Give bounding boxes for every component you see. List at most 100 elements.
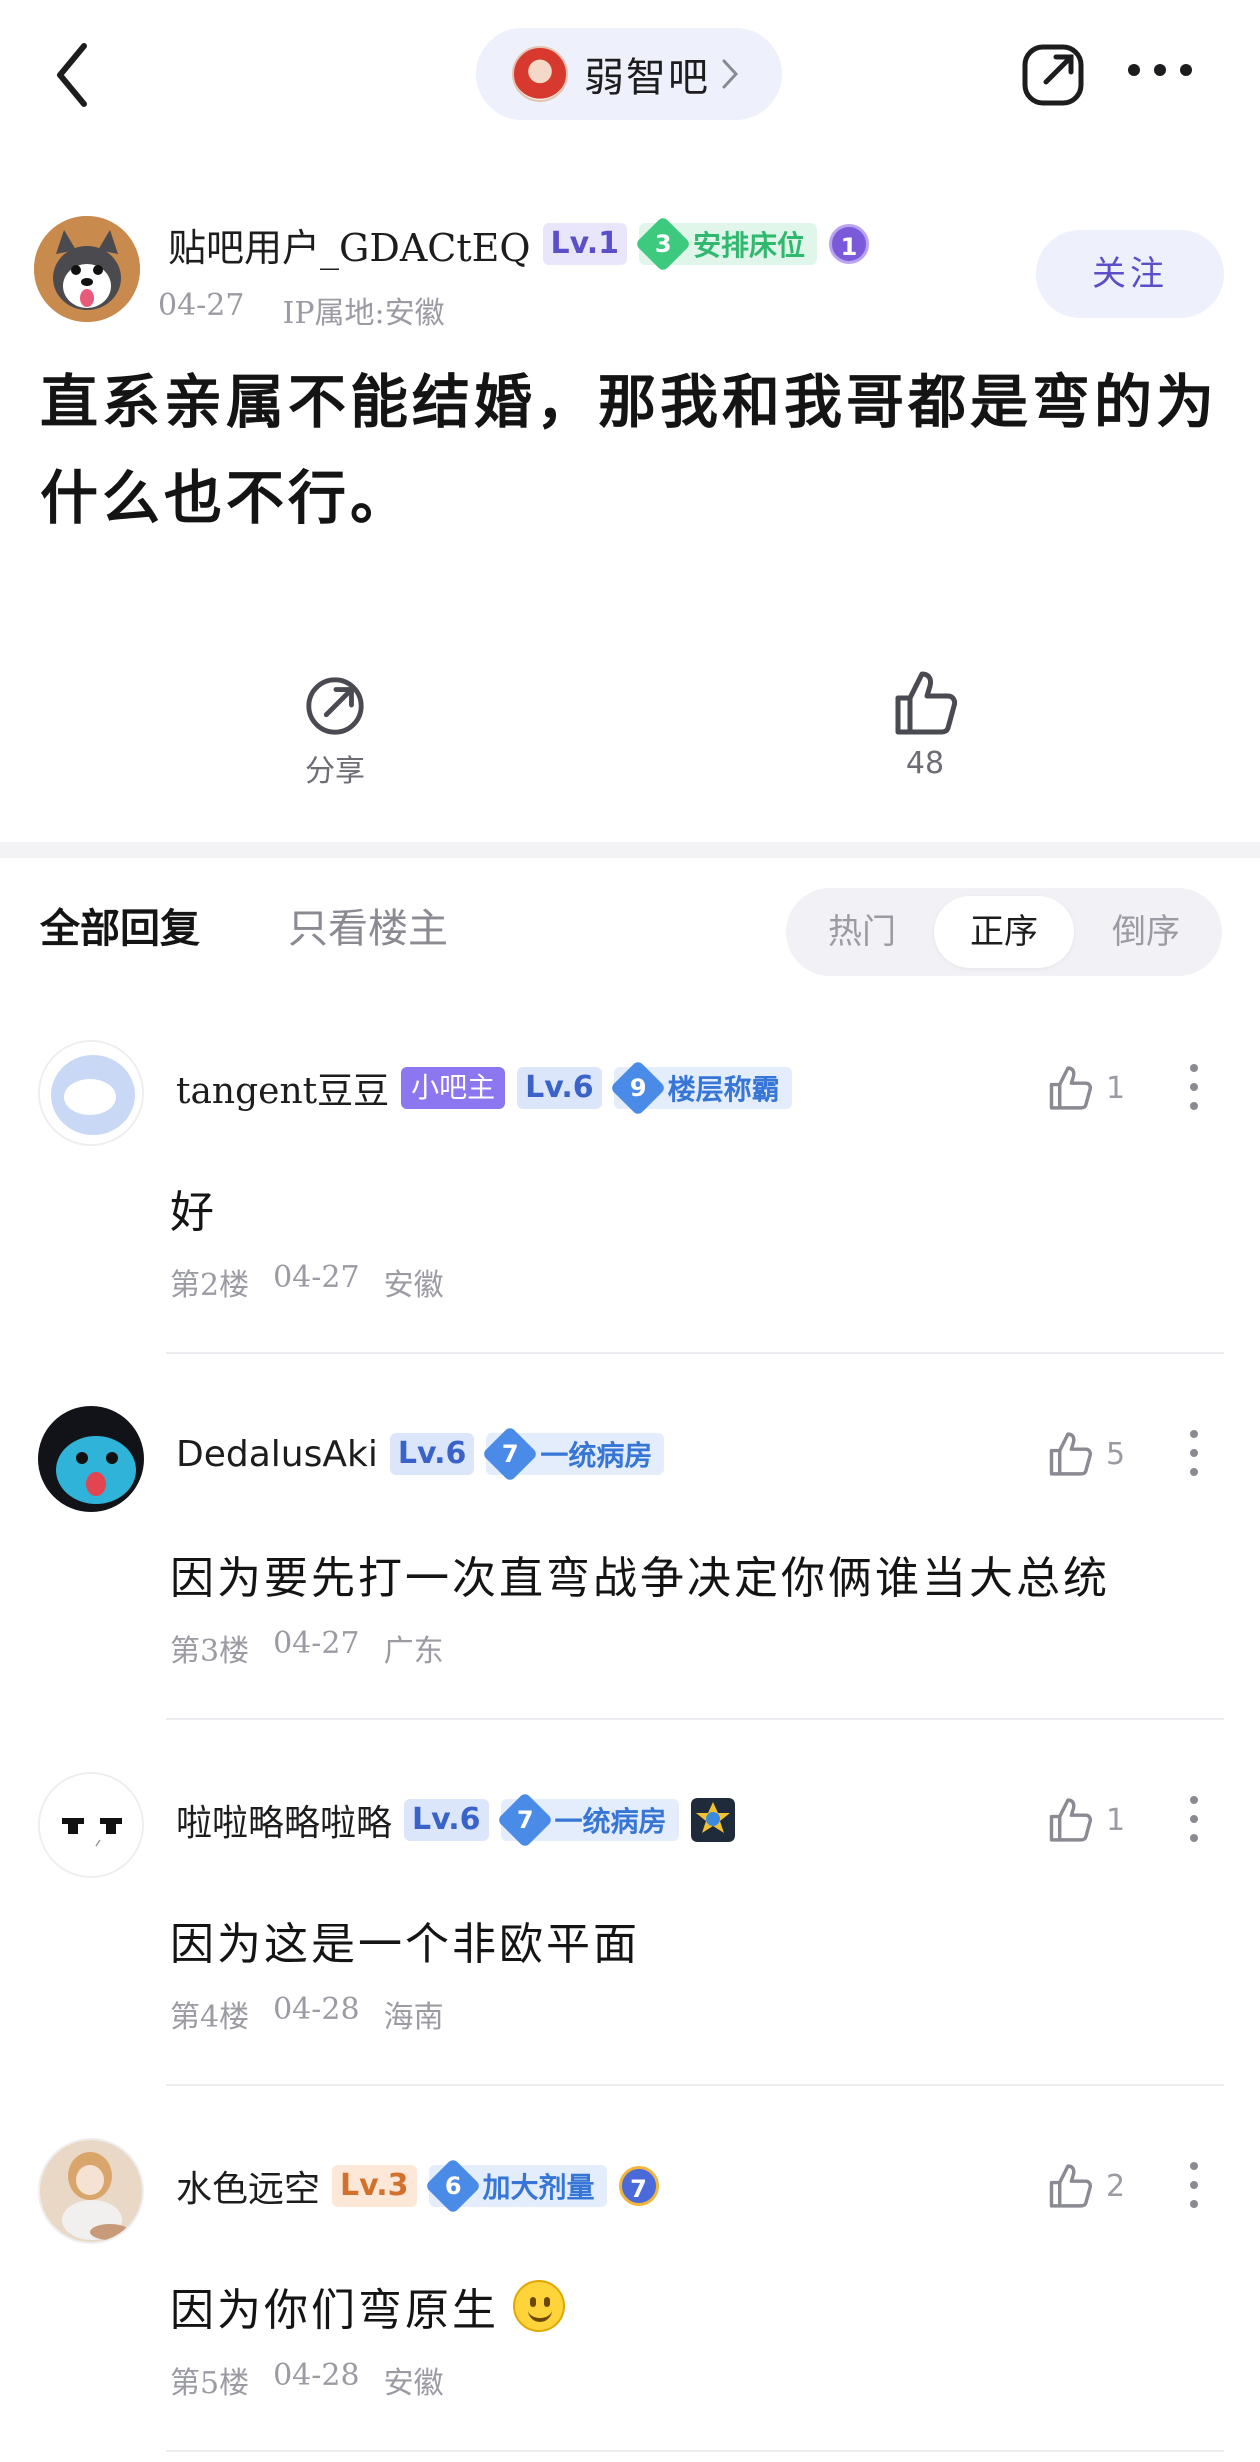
thumbs-up-icon	[1049, 1798, 1093, 1842]
rank-title: 楼层称霸	[667, 1073, 780, 1106]
like-count: 48	[905, 746, 945, 781]
follow-button[interactable]: 关注	[1036, 230, 1224, 318]
section-divider	[0, 842, 1260, 858]
face-avatar-icon	[40, 1774, 142, 1876]
level-badge: Lv.6	[404, 1799, 489, 1841]
sort-hot[interactable]: 热门	[792, 896, 932, 968]
reply-more-icon[interactable]	[1190, 1430, 1200, 1476]
reply-location: 安徽	[383, 2366, 444, 2401]
sort-ascending[interactable]: 正序	[934, 896, 1074, 968]
reply-location: 海南	[383, 2000, 444, 2035]
username[interactable]: tangent豆豆	[176, 1062, 389, 1114]
forum-avatar	[512, 46, 568, 102]
rank-gem-icon: 9	[609, 1059, 666, 1117]
tab-all-replies[interactable]: 全部回复	[40, 896, 200, 954]
reply-header: 水色远空 Lv.3 6 加大剂量 7	[176, 2157, 659, 2215]
avatar[interactable]	[38, 1772, 144, 1878]
floor-number: 第3楼	[170, 1634, 250, 1669]
reply-location: 安徽	[383, 1268, 444, 1303]
avatar[interactable]	[38, 1406, 144, 1512]
rank-gem-icon: 3	[634, 215, 692, 273]
username[interactable]: 水色远空	[176, 2160, 320, 2212]
reply-like-button[interactable]: 5	[1046, 1430, 1125, 1478]
reply-text: 因为这是一个非欧平面	[170, 1919, 640, 1970]
floor-number: 第5楼	[170, 2366, 250, 2401]
reply-like-button[interactable]: 1	[1046, 1796, 1125, 1844]
achievement-badge-icon	[690, 1798, 735, 1842]
forum-button[interactable]: 弱智吧	[476, 28, 782, 120]
username[interactable]: DedalusAki	[176, 1434, 378, 1475]
level-badge: Lv.6	[389, 1433, 475, 1475]
reply-more-icon[interactable]	[1190, 1796, 1200, 1842]
rank-gem-icon: 7	[496, 1791, 553, 1849]
reply-more-icon[interactable]	[1190, 2162, 1200, 2208]
reply-separator	[166, 2450, 1224, 2452]
avatar[interactable]	[38, 1040, 144, 1146]
ip-location: IP属地:安徽	[282, 296, 445, 331]
reply-like-button[interactable]: 1	[1046, 1064, 1125, 1112]
rank-gem-icon: 7	[482, 1425, 539, 1483]
rank-badge: 7 一统病房	[482, 1425, 665, 1483]
reply-item: DedalusAki Lv.6 7 一统病房 5 因为要先打一次直弯战争决定你俩…	[0, 1406, 1260, 1772]
reply-like-count: 1	[1106, 1802, 1126, 1838]
reply-meta: 第2楼 04-27 安徽	[170, 1260, 444, 1304]
floor-number: 第4楼	[170, 2000, 250, 2035]
reply-date: 04-27	[273, 1626, 360, 1661]
share-action[interactable]: 分享	[280, 674, 390, 790]
moderator-badge: 小吧主	[401, 1067, 506, 1109]
reply-meta: 第4楼 04-28 海南	[170, 1992, 444, 2036]
author-avatar[interactable]	[34, 216, 140, 322]
rank-gem-icon: 6	[424, 2157, 481, 2215]
back-arrow-icon[interactable]	[52, 40, 92, 110]
reply-like-count: 5	[1106, 1436, 1126, 1472]
thumbs-up-icon	[1049, 1432, 1093, 1476]
rank-badge: 7 一统病房	[496, 1791, 679, 1849]
tab-host-only[interactable]: 只看楼主	[288, 896, 448, 954]
author-info: 贴吧用户_GDACtEQ Lv.1 3 安排床位 1	[168, 215, 870, 273]
medal-icon: 1	[829, 224, 870, 264]
reply-more-icon[interactable]	[1190, 1064, 1200, 1110]
top-nav: 弱智吧	[0, 0, 1260, 150]
thumbs-up-icon	[1049, 2164, 1093, 2208]
reply-meta: 第3楼 04-27 广东	[170, 1626, 444, 1670]
more-options-icon[interactable]	[1128, 64, 1192, 84]
sort-selector: 热门 正序 倒序	[786, 888, 1222, 976]
reply-text: 好	[170, 1187, 217, 1238]
username[interactable]: 啦啦略略啦略	[176, 1794, 392, 1846]
reply-separator	[166, 1352, 1224, 1354]
blue-creature-avatar-icon	[38, 1406, 144, 1512]
ring-avatar-icon	[40, 1042, 142, 1144]
floor-number: 第2楼	[170, 1268, 250, 1303]
sort-descending[interactable]: 倒序	[1076, 896, 1216, 968]
reply-separator	[166, 2084, 1224, 2086]
author-meta: 04-27 IP属地:安徽	[158, 288, 445, 332]
rank-title: 加大剂量	[482, 2171, 595, 2204]
share-label: 分享	[305, 754, 365, 789]
reply-date: 04-28	[273, 1992, 360, 2027]
reply-meta: 第5楼 04-28 安徽	[170, 2358, 444, 2402]
reply-like-count: 1	[1106, 1070, 1126, 1106]
reply-item: 水色远空 Lv.3 6 加大剂量 7 2 因为你们弯原生 第5楼 04-28 安…	[0, 2138, 1260, 2462]
thumbs-up-icon	[1049, 1066, 1093, 1110]
reply-date: 04-28	[273, 2358, 360, 2393]
reply-header: tangent豆豆 小吧主 Lv.6 9 楼层称霸	[176, 1059, 792, 1117]
like-action[interactable]: 48	[870, 668, 980, 781]
reply-like-button[interactable]: 2	[1046, 2162, 1125, 2210]
rank-badge: 9 楼层称霸	[609, 1059, 792, 1117]
husky-avatar-icon	[34, 216, 140, 322]
level-badge: Lv.1	[542, 223, 628, 265]
figure-avatar-icon	[40, 2140, 142, 2242]
level-badge: Lv.3	[332, 2165, 417, 2207]
avatar[interactable]	[38, 2138, 144, 2244]
thumbs-up-icon	[895, 671, 958, 735]
author-name[interactable]: 贴吧用户_GDACtEQ	[168, 217, 531, 272]
rank-badge: 6 加大剂量	[424, 2157, 607, 2215]
reply-text: 因为要先打一次直弯战争决定你俩谁当大总统	[170, 1553, 1110, 1604]
reply-item: tangent豆豆 小吧主 Lv.6 9 楼层称霸 1 好 第2楼 04-27 …	[0, 1040, 1260, 1406]
reply-header: DedalusAki Lv.6 7 一统病房	[176, 1425, 665, 1483]
share-icon[interactable]	[1020, 42, 1086, 108]
chevron-right-icon	[722, 59, 739, 89]
rank-badge: 3 安排床位	[634, 215, 818, 273]
post-title: 直系亲属不能结婚，那我和我哥都是弯的为什么也不行。	[40, 368, 1219, 532]
post-date: 04-27	[158, 288, 245, 323]
